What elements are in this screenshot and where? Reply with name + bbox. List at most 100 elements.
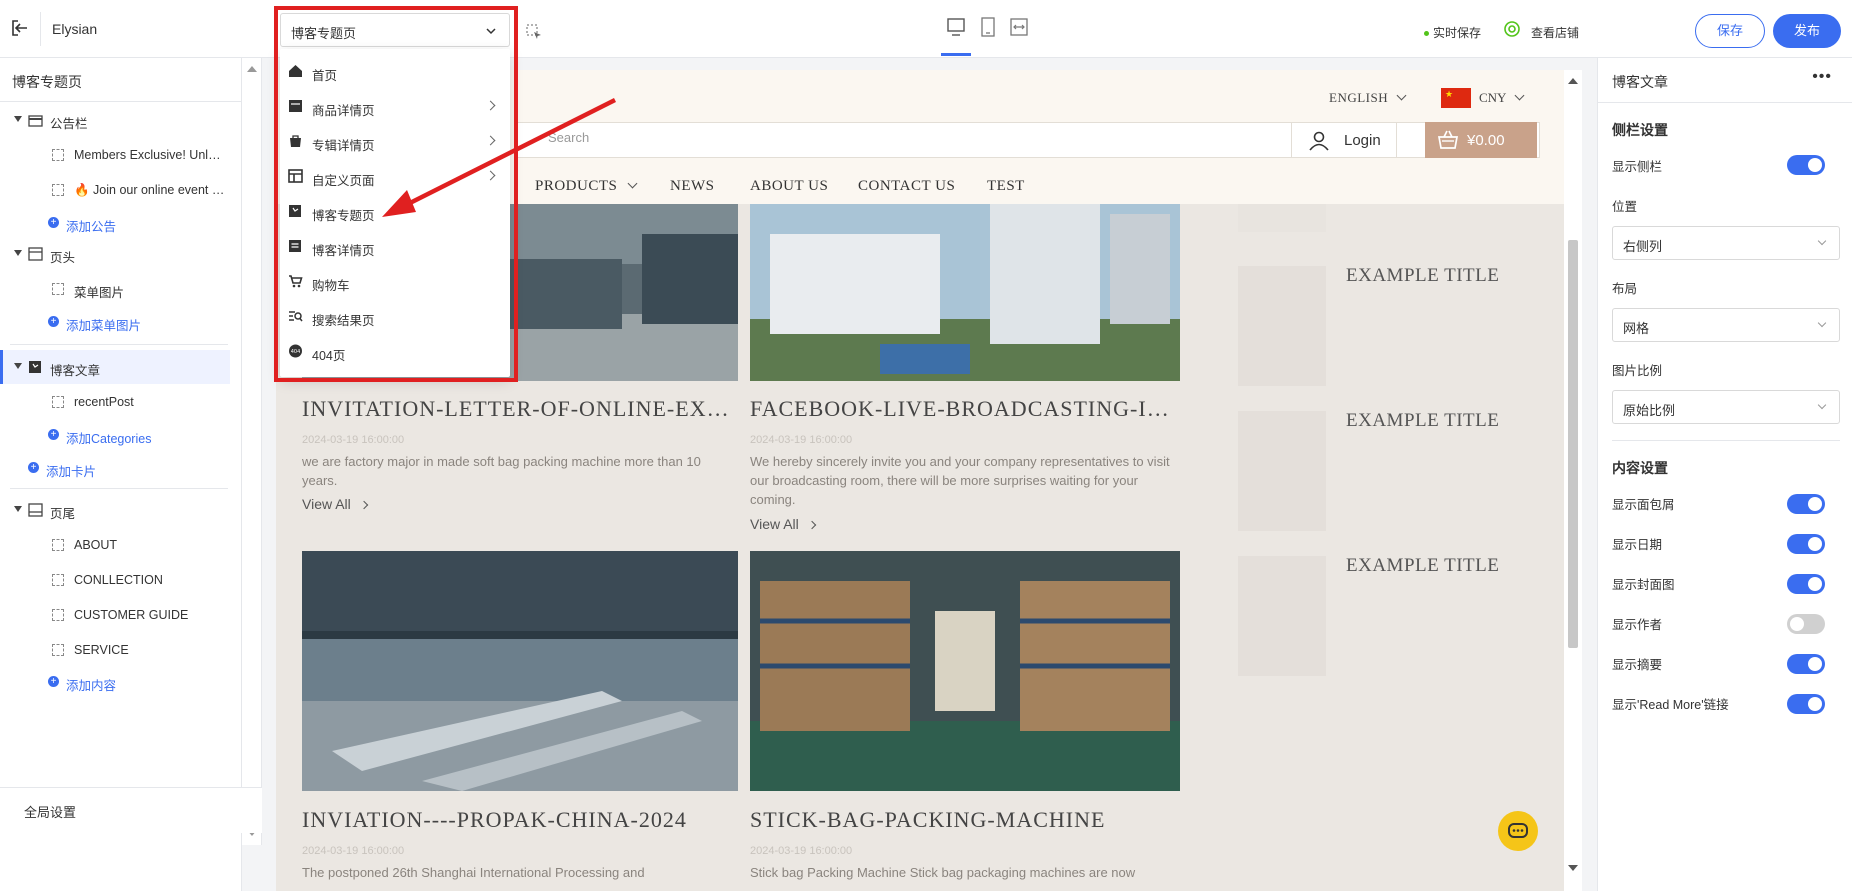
fit-width-icon[interactable] [1008,16,1030,38]
show-sidebar-toggle[interactable] [1787,155,1825,175]
cart-button[interactable]: ¥0.00 [1425,122,1537,158]
tree-child-label: 菜单图片 [74,286,125,300]
currency-select[interactable]: CNY [1479,90,1525,106]
nav-item-news[interactable]: NEWS [670,178,715,195]
tree-child-label: ABOUT [74,538,118,552]
settings-title: 博客文章 [1612,74,1668,90]
caret-down-icon[interactable] [14,506,22,512]
add-label: 添加菜单图片 [66,319,142,333]
setting-label: 显示面包屑 [1612,498,1675,512]
position-select[interactable]: 右侧列 [1612,226,1840,260]
left-panel: 博客专题页 公告栏 Members Exclusive! Unlock Spec… [0,58,242,891]
language-select[interactable]: ENGLISH [1329,90,1407,106]
tree-child-item[interactable]: CONLLECTION [0,563,230,597]
tree-child-item[interactable]: SERVICE [0,633,230,667]
show-read-more-toggle[interactable] [1787,694,1825,714]
exit-icon[interactable] [10,18,30,38]
login-label: Login [1344,132,1381,149]
view-all-label: View All [302,496,351,512]
login-button[interactable]: Login [1291,122,1397,158]
tree-child-label: SERVICE [74,643,129,657]
sidebar-post-title[interactable]: EXAMPLE TITLE [1346,265,1499,287]
autosave-status: 实时保存 [1424,24,1481,41]
show-cover-toggle[interactable] [1787,574,1825,594]
post-title[interactable]: INVIATION----PROPAK-CHINA-2024 [302,807,732,833]
tree-item-announcement[interactable]: 公告栏 [0,103,230,137]
plus-icon: + [28,462,39,473]
post-image[interactable] [750,204,1180,381]
tree-child-item[interactable]: recentPost [0,385,230,419]
left-panel-scrollbar[interactable] [242,58,262,845]
tree-child-item[interactable]: CUSTOMER GUIDE [0,598,230,632]
annotation-arrow-icon [382,97,617,217]
show-breadcrumb-toggle[interactable] [1787,494,1825,514]
show-date-toggle[interactable] [1787,534,1825,554]
post-title[interactable]: INVITATION-LETTER-OF-ONLINE-EXHIBITION [302,396,732,422]
sidebar-thumb [1238,266,1326,386]
scroll-up-icon[interactable] [1568,78,1578,84]
tree-item-blog-posts[interactable]: 博客文章 [0,350,230,384]
tree-child-item[interactable]: 🔥 Join our online event on Facebook [0,173,230,207]
post-image[interactable] [750,551,1180,791]
status-dot-icon [1424,31,1429,37]
language-value: ENGLISH [1329,90,1389,105]
shopping-basket-icon [1437,130,1459,149]
tree-item-header[interactable]: 页头 [0,237,230,271]
view-all-label: View All [750,516,799,532]
tree-child-item[interactable]: ABOUT [0,528,230,562]
layout-select[interactable]: 网格 [1612,308,1840,342]
chat-button[interactable] [1498,811,1538,851]
block-icon [52,396,64,408]
scroll-down-icon[interactable] [1568,865,1578,871]
caret-down-icon[interactable] [14,116,22,122]
section-heading: 内容设置 [1612,460,1668,476]
view-all-link[interactable]: View All [750,516,817,532]
caret-down-icon[interactable] [14,363,22,369]
add-categories-button[interactable]: + 添加Categories [0,420,230,450]
setting-label: 显示日期 [1612,538,1663,552]
show-author-toggle[interactable] [1787,614,1825,634]
plus-icon: + [48,676,59,687]
nav-item-about-us[interactable]: ABOUT US [750,178,828,195]
scroll-up-icon[interactable] [247,66,257,72]
add-menu-image-button[interactable]: + 添加菜单图片 [0,307,230,337]
device-active-indicator [941,53,971,56]
tree-child-item[interactable]: Members Exclusive! Unlock Special Offers [0,138,230,172]
setting-label: 显示作者 [1612,618,1663,632]
view-all-link[interactable]: View All [302,496,369,512]
nav-item-test[interactable]: TEST [987,178,1025,195]
divider [40,12,41,46]
post-title[interactable]: FACEBOOK-LIVE-BROADCASTING-INVITATION [750,396,1175,422]
mobile-view-icon[interactable] [977,16,999,38]
tree-child-item[interactable]: 菜单图片 [0,272,230,306]
autosave-label: 实时保存 [1433,26,1482,40]
tree-item-footer[interactable]: 页尾 [0,493,230,527]
image-ratio-select[interactable]: 原始比例 [1612,390,1840,424]
china-flag-icon: ★ [1441,88,1471,108]
block-icon [52,574,64,586]
setting-label: 显示封面图 [1612,578,1675,592]
show-excerpt-toggle[interactable] [1787,654,1825,674]
select-value: 右侧列 [1623,239,1663,254]
post-excerpt: The postponed 26th Shanghai Internationa… [302,865,645,880]
add-card-button[interactable]: + 添加卡片 [0,453,230,483]
add-content-button[interactable]: + 添加内容 [0,667,230,697]
sidebar-post-title[interactable]: EXAMPLE TITLE [1346,555,1499,577]
nav-item-contact-us[interactable]: CONTACT US [858,178,955,195]
global-settings-label: 全局设置 [24,805,77,820]
selection-tool-icon[interactable] [526,24,542,40]
sidebar-post-title[interactable]: EXAMPLE TITLE [1346,410,1499,432]
global-settings-button[interactable]: 全局设置 [0,787,262,833]
more-options-icon[interactable]: ••• [1812,68,1832,86]
canvas-scrollbar[interactable] [1564,70,1582,891]
post-image[interactable] [302,551,738,791]
scrollbar-thumb[interactable] [1568,240,1578,648]
add-announcement-button[interactable]: + 添加公告 [0,208,230,238]
post-date: 2024-03-19 16:00:00 [302,845,405,857]
caret-down-icon[interactable] [14,250,22,256]
post-title[interactable]: STICK-BAG-PACKING-MACHINE [750,807,1175,833]
save-button[interactable]: 保存 [1695,14,1765,48]
tree-child-label: Members Exclusive! Unlock Special Offers [74,148,226,162]
publish-button[interactable]: 发布 [1773,14,1841,48]
desktop-view-icon[interactable] [945,16,967,38]
